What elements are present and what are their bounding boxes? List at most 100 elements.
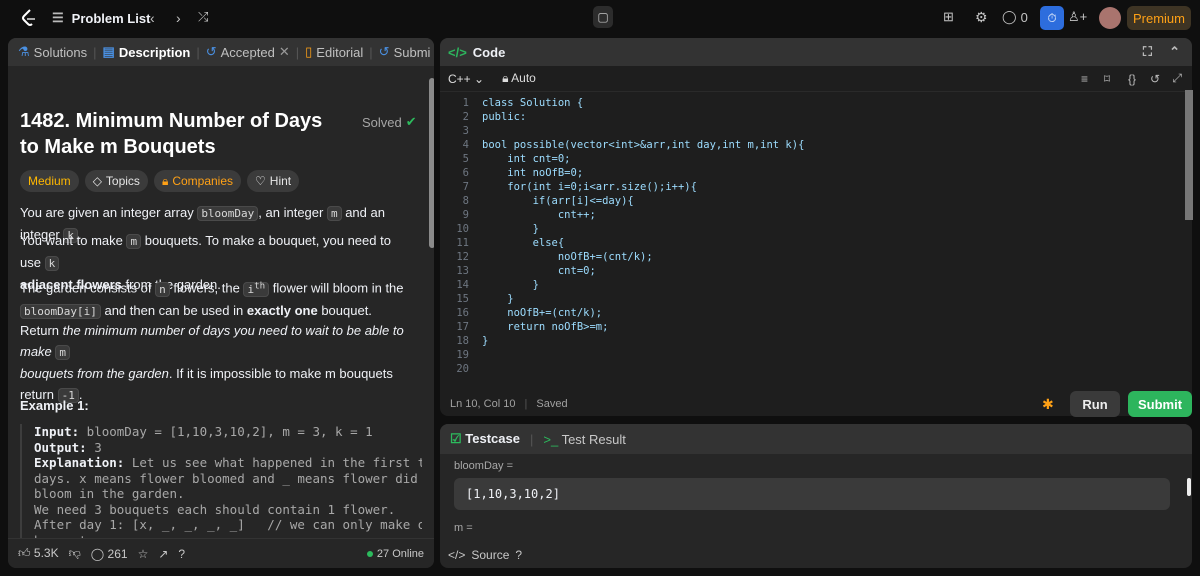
submit-button[interactable]: Submit xyxy=(1128,391,1192,417)
history-icon: ↺ xyxy=(205,44,217,59)
line-number: 16 xyxy=(456,307,469,319)
checkbox-icon: ☑ xyxy=(450,431,462,446)
settings-icon[interactable]: ⚙ xyxy=(975,9,988,26)
shuffle-icon[interactable]: ⤮ xyxy=(198,9,208,25)
code-line[interactable]: 2 public: xyxy=(440,110,1192,124)
line-number: 4 xyxy=(462,139,469,151)
code-text: public: xyxy=(482,111,527,123)
tab-description[interactable]: ▤ Description xyxy=(99,44,195,60)
code-text: bool possible(vector<int>&arr,int day,in… xyxy=(482,139,805,151)
code-line[interactable]: 15 } xyxy=(440,292,1192,306)
autocomplete-toggle[interactable]: 🔒︎ Auto xyxy=(502,71,536,86)
line-number: 8 xyxy=(462,195,469,207)
invite-user-icon[interactable]: ♙+ xyxy=(1068,9,1087,25)
code-line[interactable]: 4 bool possible(vector<int>&arr,int day,i… xyxy=(440,138,1192,152)
avatar[interactable] xyxy=(1099,7,1121,29)
comments-button[interactable]: ◯ 261 xyxy=(91,547,128,561)
code-text: } xyxy=(482,279,539,291)
fullscreen-icon[interactable]: ⤢ xyxy=(1172,71,1182,86)
tag-chips: Medium ◇ Topics 🔒︎ Companies ♡ Hint xyxy=(20,170,300,192)
leetcode-logo[interactable] xyxy=(19,8,39,28)
braces-icon[interactable]: {} xyxy=(1128,72,1136,86)
code-line[interactable]: 14 } xyxy=(440,278,1192,292)
share-icon[interactable]: ↗ xyxy=(158,547,168,561)
problem-title[interactable]: 1482. Minimum Number of Days to Make m B… xyxy=(20,108,340,160)
inline-code: bloomDay[i] xyxy=(20,303,101,319)
hint-chip[interactable]: ♡ Hint xyxy=(247,170,300,192)
example-line: We need 3 bouquets each should contain 1… xyxy=(34,501,396,517)
source-toggle[interactable]: </> Source ? xyxy=(448,548,522,562)
book-icon: ▯ xyxy=(305,44,313,59)
bookmark-icon[interactable]: ⌑ xyxy=(1104,72,1110,86)
editor-scrollbar[interactable] xyxy=(1185,90,1193,220)
timer-icon[interactable]: ⏱ xyxy=(1040,6,1064,30)
inline-code: bloomDay xyxy=(197,206,259,221)
code-line[interactable]: 5 int cnt=0; xyxy=(440,152,1192,166)
history-icon: ↺ xyxy=(378,44,390,59)
code-line[interactable]: 11 else{ xyxy=(440,236,1192,250)
streak-counter[interactable]: ◯ 0 xyxy=(1002,9,1028,25)
star-icon[interactable]: ☆ xyxy=(138,547,149,561)
code-line[interactable]: 13 cnt=0; xyxy=(440,264,1192,278)
premium-button[interactable]: Premium xyxy=(1127,6,1191,30)
code-editor[interactable]: 1 class Solution {2 public: 3 4 bool possible… xyxy=(440,96,1192,376)
companies-chip[interactable]: 🔒︎ Companies xyxy=(153,170,242,192)
terminal-icon: >_ xyxy=(543,431,559,447)
language-select[interactable]: C++ ⌄ xyxy=(448,72,484,86)
code-text: int cnt=0; xyxy=(482,153,571,165)
debug-bug-icon[interactable]: ✱ xyxy=(1042,396,1054,413)
tab-editorial[interactable]: ▯ Editorial xyxy=(301,44,367,60)
solved-status: Solved ✔ xyxy=(362,114,417,130)
thumbs-up-icon: 👍︎ xyxy=(18,546,31,560)
like-button[interactable]: 👍︎ 5.3K xyxy=(18,546,59,561)
dislike-button[interactable]: 👎︎ xyxy=(69,546,81,561)
code-line[interactable]: 6 int noOfB=0; xyxy=(440,166,1192,180)
lightbulb-icon: ♡ xyxy=(255,174,266,188)
left-tabbar: ⚗ Solutions | ▤ Description | ↺ Accepted… xyxy=(8,38,434,66)
code-line[interactable]: 8 if(arr[i]<=day){ xyxy=(440,194,1192,208)
tab-submissions[interactable]: ↺ Submi xyxy=(375,44,434,60)
problem-list-button[interactable]: ☰ Problem List xyxy=(52,10,150,26)
expand-icon[interactable]: ⛶ xyxy=(1143,44,1152,60)
tab-accepted[interactable]: ↺ Accepted ✕ xyxy=(202,44,294,60)
code-toolbar: C++ ⌄ 🔒︎ Auto ≡ ⌑ {} ↺ ⤢ xyxy=(440,66,1192,92)
code-line[interactable]: 19 xyxy=(440,348,1192,362)
help-icon[interactable]: ? xyxy=(178,547,185,561)
run-button[interactable]: Run xyxy=(1070,391,1120,417)
tab-divider: | xyxy=(369,44,373,60)
code-line[interactable]: 20 xyxy=(440,362,1192,376)
close-icon[interactable]: ✕ xyxy=(279,44,290,60)
code-line[interactable]: 10 } xyxy=(440,222,1192,236)
line-number: 17 xyxy=(456,321,469,333)
code-line[interactable]: 3 xyxy=(440,124,1192,138)
inline-code: ith xyxy=(243,280,270,297)
code-line[interactable]: 17 return noOfB>=m; xyxy=(440,320,1192,334)
code-line[interactable]: 18} xyxy=(440,334,1192,348)
description-paragraph-4: Return the minimum number of days you ne… xyxy=(20,323,404,403)
code-line[interactable]: 7 for(int i=0;i<arr.size();i++){ xyxy=(440,180,1192,194)
code-line[interactable]: 1 class Solution { xyxy=(440,96,1192,110)
code-line[interactable]: 12 noOfB+=(cnt/k); xyxy=(440,250,1192,264)
next-problem-button[interactable]: › xyxy=(176,10,181,26)
collapse-icon[interactable]: ⌃ xyxy=(1169,44,1180,60)
scrollbar[interactable] xyxy=(429,78,434,248)
testcase-input[interactable]: [1,10,3,10,2] xyxy=(454,478,1170,510)
layout-grid-icon[interactable]: ⊞ xyxy=(943,9,954,25)
prev-problem-button[interactable]: ‹ xyxy=(150,10,155,26)
reset-icon[interactable]: ↺ xyxy=(1150,72,1160,86)
tab-solutions[interactable]: ⚗ Solutions xyxy=(14,44,91,60)
tab-testcase[interactable]: ☑ Testcase xyxy=(450,431,520,447)
tab-test-result[interactable]: >_ Test Result xyxy=(543,432,626,447)
topics-chip[interactable]: ◇ Topics xyxy=(84,170,148,192)
description-paragraph-3: The garden consists of n flowers, the it… xyxy=(20,280,404,319)
format-icon[interactable]: ≡ xyxy=(1081,72,1088,86)
code-line[interactable]: 16 noOfB+=(cnt/k); xyxy=(440,306,1192,320)
line-number: 20 xyxy=(456,363,469,375)
line-number: 19 xyxy=(456,349,469,361)
testcase-scrollbar[interactable] xyxy=(1187,478,1191,496)
tab-divider: | xyxy=(196,44,200,60)
inline-code: k xyxy=(44,256,60,271)
code-line[interactable]: 9 cnt++; xyxy=(440,208,1192,222)
debug-icon[interactable]: ▢ xyxy=(593,6,613,28)
